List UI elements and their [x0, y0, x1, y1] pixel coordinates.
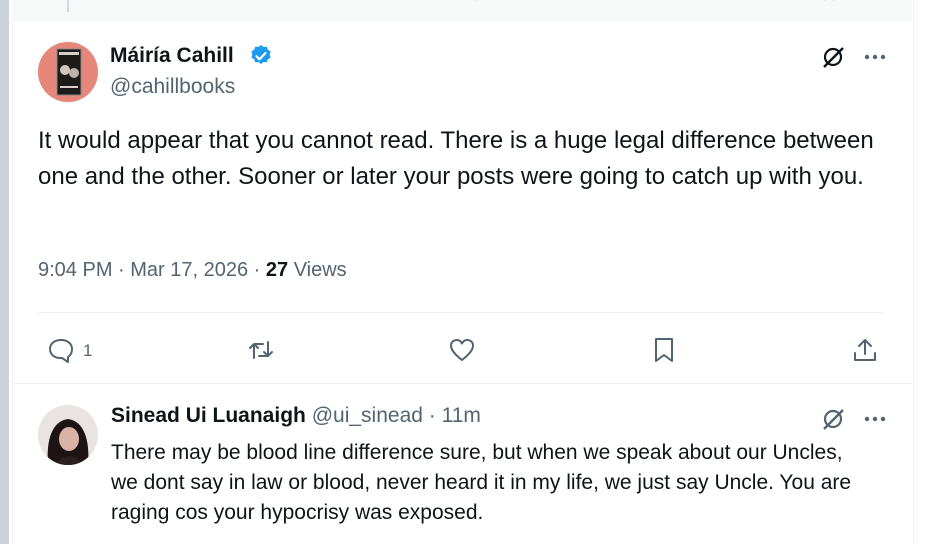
- left-scroll-rail: [0, 0, 9, 544]
- prev-share-icon[interactable]: [864, 0, 884, 6]
- reply-header: Sinead Ui Luanaigh @ui_sinead · 11m: [111, 404, 481, 428]
- divider: [38, 312, 884, 313]
- prev-like-icon[interactable]: [469, 0, 483, 6]
- reply-author-name[interactable]: Sinead Ui Luanaigh: [111, 404, 306, 427]
- avatar[interactable]: [38, 405, 98, 465]
- prev-bookmark-icon[interactable]: [819, 0, 839, 6]
- reply-text: There may be blood line difference sure,…: [111, 441, 852, 524]
- views-label: Views: [288, 259, 347, 281]
- repost-icon[interactable]: [247, 336, 275, 364]
- more-icon[interactable]: [864, 415, 886, 423]
- grok-icon[interactable]: [820, 44, 846, 70]
- reply-count: 1: [83, 341, 93, 360]
- tweet-timestamp[interactable]: 9:04 PM · Mar 17, 2026 ·: [38, 259, 266, 281]
- prev-views-icon[interactable]: [642, 0, 656, 6]
- views-count: 27: [265, 259, 289, 281]
- more-icon[interactable]: [864, 53, 886, 61]
- reply-timestamp[interactable]: 11m: [442, 404, 481, 427]
- thread-connector-line: [67, 0, 69, 12]
- previous-tweet-actions-strip: [12, 0, 912, 22]
- divider: [12, 383, 912, 384]
- avatar[interactable]: [38, 42, 98, 102]
- author-handle[interactable]: @cahillbooks: [110, 75, 235, 99]
- reply-separator: ·: [422, 404, 442, 427]
- tweet-text: It would appear that you cannot read. Th…: [38, 127, 874, 190]
- verified-badge-icon: [251, 45, 271, 64]
- grok-icon[interactable]: [820, 406, 846, 432]
- tweet-meta: 9:04 PM · Mar 17, 2026 · 27 Views: [38, 259, 347, 282]
- prev-repost-icon[interactable]: [290, 0, 304, 6]
- share-icon[interactable]: [851, 336, 879, 364]
- author-name[interactable]: Máiría Cahill: [110, 44, 234, 68]
- like-icon[interactable]: [448, 336, 476, 364]
- reply-icon[interactable]: [47, 336, 75, 364]
- prev-reply-icon[interactable]: [115, 0, 129, 6]
- bookmark-icon[interactable]: [650, 336, 678, 364]
- reply-author-handle[interactable]: @ui_sinead: [312, 404, 423, 427]
